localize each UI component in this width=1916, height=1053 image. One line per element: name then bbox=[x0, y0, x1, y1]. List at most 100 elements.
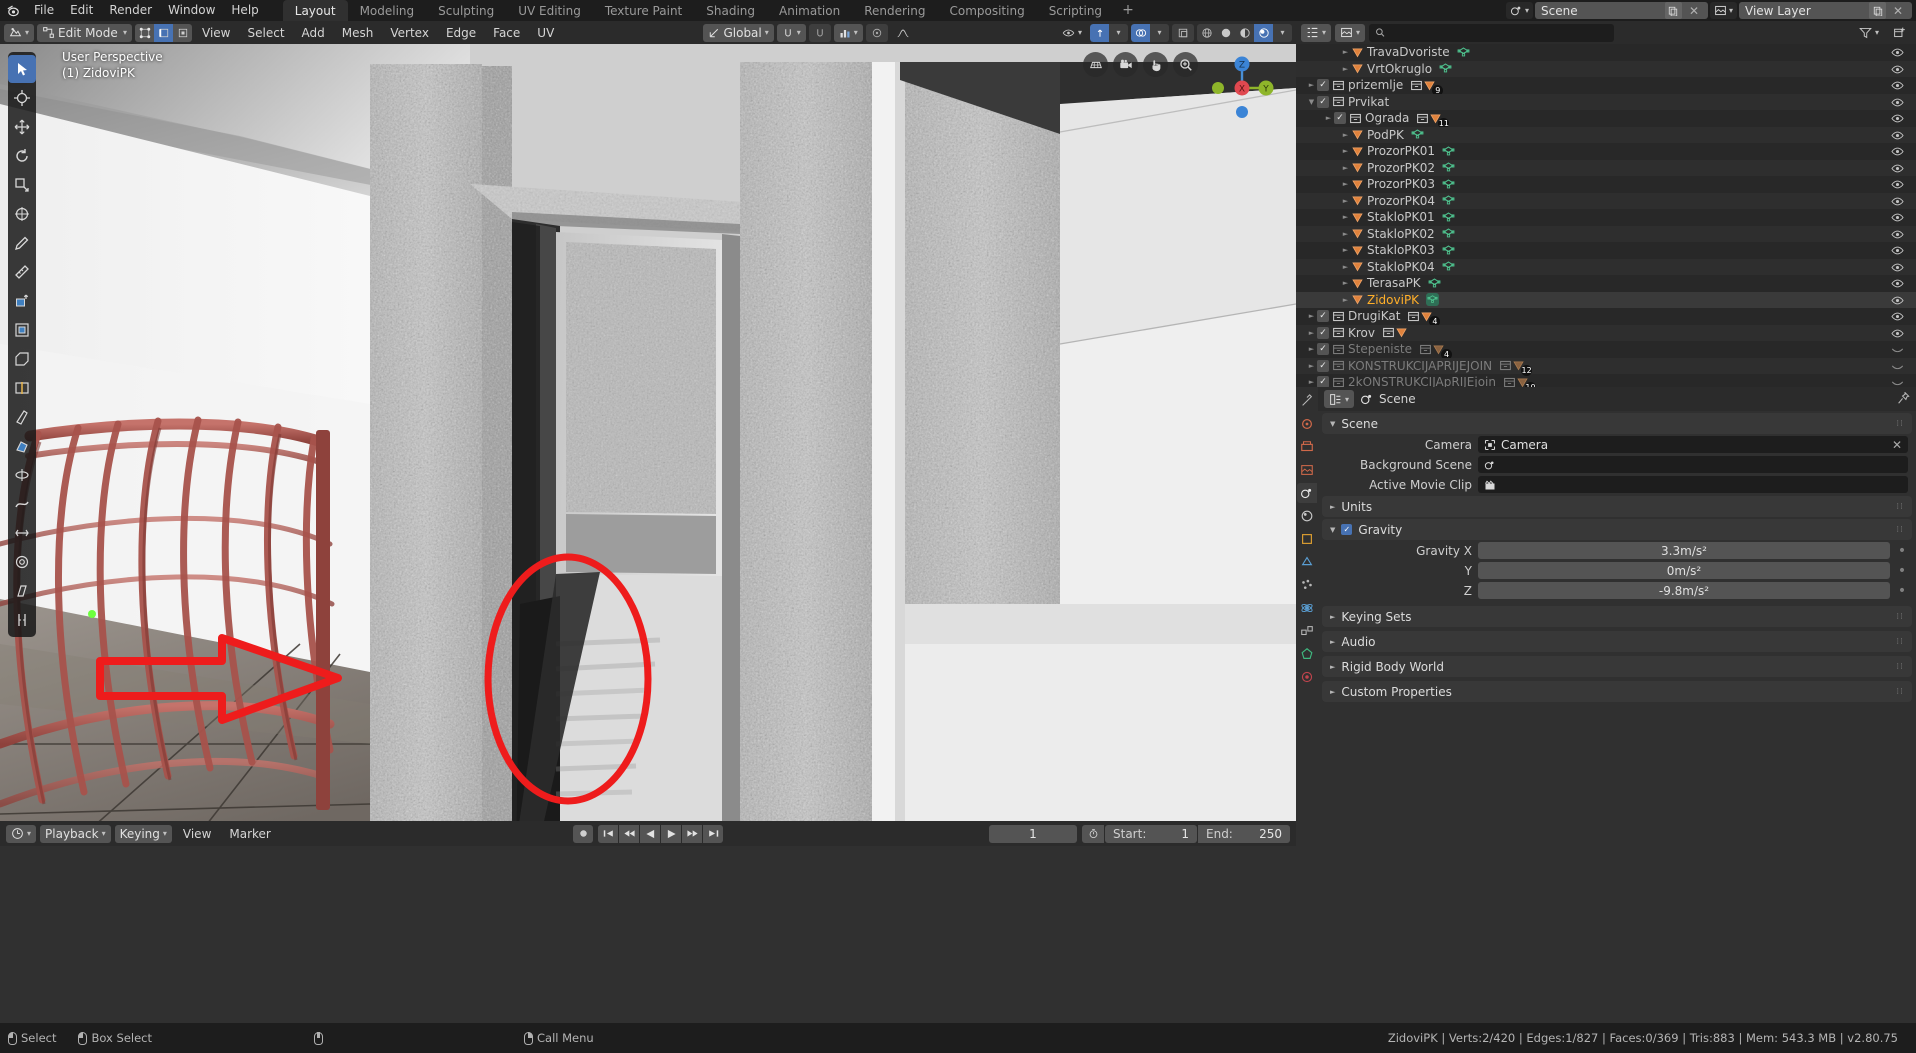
workspace-tab-shading[interactable]: Shading bbox=[694, 0, 767, 21]
show-overlays-button[interactable] bbox=[1131, 23, 1150, 42]
outliner-row[interactable]: ► ✓ KONSTRUKCIJAPRIJEJOIN 12 bbox=[1296, 357, 1916, 377]
collection-contents-icon[interactable]: 4 bbox=[1419, 343, 1452, 360]
active-movie-clip-field[interactable] bbox=[1478, 476, 1908, 493]
face-select-mode-button[interactable] bbox=[173, 24, 192, 42]
auto-keying-toggle[interactable] bbox=[573, 824, 593, 843]
outliner-row[interactable]: ► StakloPK04 bbox=[1296, 258, 1916, 275]
outliner-search-box[interactable] bbox=[1369, 23, 1614, 42]
expand-toggle-icon[interactable]: ► bbox=[1340, 197, 1351, 205]
editor-type-button[interactable]: ▾ bbox=[4, 23, 35, 42]
collection-contents-icon[interactable]: 11 bbox=[1416, 112, 1450, 129]
outliner-row[interactable]: ► ProzorPK02 bbox=[1296, 159, 1916, 176]
transform-orientation-dropdown[interactable]: Global ▾ bbox=[703, 23, 774, 42]
expand-toggle-icon[interactable]: ► bbox=[1306, 362, 1317, 370]
workspace-tab-uv-editing[interactable]: UV Editing bbox=[506, 0, 593, 21]
expand-toggle-icon[interactable]: ► bbox=[1340, 65, 1351, 73]
scale-tool[interactable] bbox=[8, 171, 36, 199]
exclude-checkbox[interactable]: ✓ bbox=[1317, 326, 1329, 339]
material-preview-button[interactable] bbox=[1235, 24, 1254, 42]
outliner-row[interactable]: ► TravaDvoriste bbox=[1296, 44, 1916, 61]
collection-contents-icon[interactable]: 10 bbox=[1503, 376, 1536, 387]
menu-render[interactable]: Render bbox=[101, 0, 160, 21]
view-layer-name-field[interactable]: View Layer ✕ bbox=[1739, 2, 1912, 19]
tweak-tool[interactable] bbox=[8, 55, 36, 83]
mesh-data-icon[interactable] bbox=[1442, 244, 1455, 257]
rotate-tool[interactable] bbox=[8, 142, 36, 170]
snap-toggle-button[interactable] bbox=[808, 23, 831, 42]
tool-tab[interactable] bbox=[1297, 391, 1317, 411]
current-frame-field[interactable]: 1 bbox=[989, 824, 1077, 843]
mesh-data-icon[interactable] bbox=[1411, 128, 1424, 141]
mesh-data-icon[interactable] bbox=[1439, 62, 1452, 75]
jump-to-start-button[interactable] bbox=[598, 824, 618, 843]
bevel-tool[interactable] bbox=[8, 345, 36, 373]
mesh-data-icon[interactable] bbox=[1442, 211, 1455, 224]
properties-editor-type-button[interactable]: ▾ bbox=[1324, 390, 1355, 408]
outliner-row[interactable]: ► ZidoviPK bbox=[1296, 291, 1916, 308]
view-layer-browse-icon[interactable]: ▾ bbox=[1709, 2, 1737, 19]
solid-shading-button[interactable] bbox=[1216, 24, 1235, 42]
shear-tool[interactable] bbox=[8, 577, 36, 605]
expand-toggle-icon[interactable]: ▼ bbox=[1306, 98, 1317, 106]
outliner-row[interactable]: ► ✓ Krov bbox=[1296, 324, 1916, 341]
output-tab[interactable] bbox=[1297, 437, 1317, 457]
gravity-y-animate-button[interactable]: • bbox=[1896, 564, 1908, 578]
exclude-checkbox[interactable]: ✓ bbox=[1317, 376, 1329, 387]
move-tool[interactable] bbox=[8, 113, 36, 141]
shading-options-dropdown[interactable]: ▾ bbox=[1273, 24, 1292, 42]
mesh-data-icon[interactable] bbox=[1442, 260, 1455, 273]
collection-contents-icon[interactable]: 4 bbox=[1407, 310, 1441, 327]
mesh-data-icon[interactable] bbox=[1428, 277, 1441, 290]
expand-toggle-icon[interactable]: ► bbox=[1340, 180, 1351, 188]
workspace-tab-texture-paint[interactable]: Texture Paint bbox=[593, 0, 694, 21]
viewport-menu-vertex[interactable]: Vertex bbox=[383, 24, 436, 42]
add-workspace-button[interactable]: + bbox=[1114, 0, 1142, 21]
physics-tab[interactable] bbox=[1297, 598, 1317, 618]
mesh-data-icon[interactable] bbox=[1426, 293, 1440, 307]
outliner-search-input[interactable] bbox=[1390, 25, 1608, 40]
timeline-body[interactable] bbox=[0, 846, 1296, 1023]
exclude-checkbox[interactable]: ✓ bbox=[1334, 112, 1346, 125]
expand-toggle-icon[interactable]: ► bbox=[1340, 131, 1351, 139]
scene-panel-header[interactable]: ▼ Scene ⁞⁞ bbox=[1322, 413, 1912, 434]
outliner-row[interactable]: ► StakloPK01 bbox=[1296, 209, 1916, 226]
clear-camera-button[interactable]: ✕ bbox=[1892, 438, 1902, 452]
toggle-orthographic-icon[interactable] bbox=[1083, 52, 1108, 77]
rigid-body-world-panel-header[interactable]: ► Rigid Body World ⁞⁞ bbox=[1322, 656, 1912, 677]
units-panel-header[interactable]: ► Units ⁞⁞ bbox=[1322, 496, 1912, 517]
expand-toggle-icon[interactable]: ► bbox=[1340, 296, 1351, 304]
expand-toggle-icon[interactable]: ► bbox=[1340, 213, 1351, 221]
outliner-row[interactable]: ▼ ✓ Prvikat bbox=[1296, 93, 1916, 110]
proportional-editing-toggle[interactable] bbox=[865, 23, 888, 42]
new-view-layer-button[interactable] bbox=[1869, 2, 1886, 19]
expand-toggle-icon[interactable]: ► bbox=[1340, 246, 1351, 254]
keying-sets-panel-header[interactable]: ► Keying Sets ⁞⁞ bbox=[1322, 606, 1912, 627]
menu-edit[interactable]: Edit bbox=[62, 0, 101, 21]
world-tab[interactable] bbox=[1297, 506, 1317, 526]
expand-toggle-icon[interactable]: ► bbox=[1340, 147, 1351, 155]
rendered-shading-button[interactable] bbox=[1254, 23, 1273, 42]
scene-browse-icon[interactable]: ▾ bbox=[1505, 2, 1533, 19]
menu-help[interactable]: Help bbox=[223, 0, 266, 21]
show-gizmo-button[interactable] bbox=[1090, 23, 1109, 42]
extrude-region-tool[interactable] bbox=[8, 287, 36, 315]
expand-toggle-icon[interactable]: ► bbox=[1340, 263, 1351, 271]
outliner-row[interactable]: ►✓ 2kONSTRUKCIJApRIJEjoin 10 bbox=[1296, 374, 1916, 387]
workspace-tab-sculpting[interactable]: Sculpting bbox=[426, 0, 506, 21]
gravity-x-field[interactable]: 3.3m/s² bbox=[1478, 542, 1890, 559]
expand-toggle-icon[interactable]: ► bbox=[1306, 345, 1317, 353]
exclude-checkbox[interactable]: ✓ bbox=[1317, 79, 1329, 92]
collection-contents-icon[interactable]: 12 bbox=[1499, 359, 1533, 377]
background-scene-field[interactable] bbox=[1478, 456, 1908, 473]
outliner-row[interactable]: ► StakloPK03 bbox=[1296, 242, 1916, 259]
cursor-tool[interactable] bbox=[8, 84, 36, 112]
proportional-falloff-dropdown[interactable] bbox=[891, 24, 915, 42]
render-tab[interactable] bbox=[1297, 414, 1317, 434]
visibility-toggle-icon[interactable] bbox=[1891, 376, 1904, 387]
exclude-checkbox[interactable]: ✓ bbox=[1317, 359, 1329, 372]
spin-tool[interactable] bbox=[8, 461, 36, 489]
edge-select-mode-button[interactable] bbox=[154, 23, 174, 42]
frame-start-field[interactable]: Start: 1 bbox=[1105, 824, 1197, 843]
expand-toggle-icon[interactable]: ► bbox=[1323, 114, 1334, 122]
filter-icon[interactable]: ▾ bbox=[1854, 24, 1884, 42]
